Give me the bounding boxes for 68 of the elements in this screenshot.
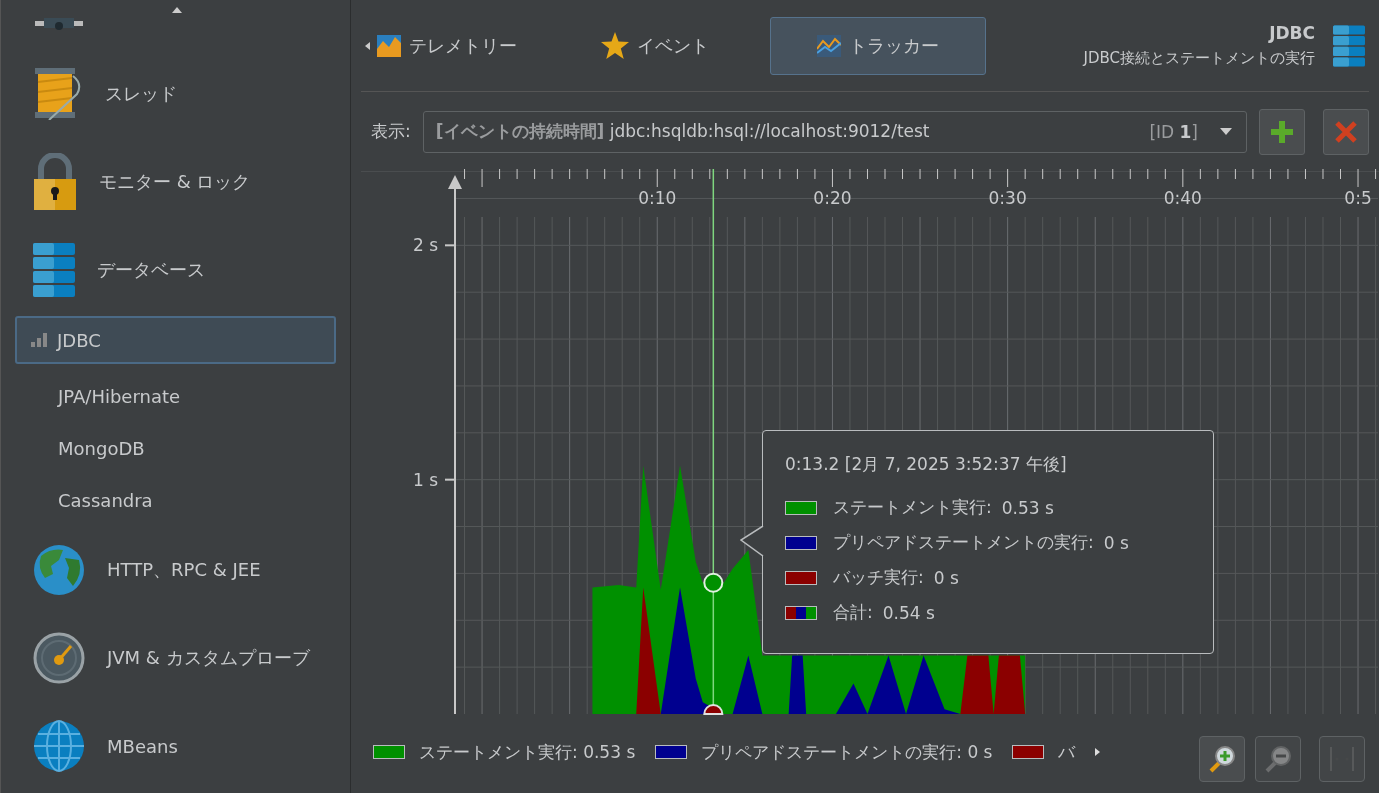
bar-chart-icon <box>31 333 47 347</box>
sidebar-label: モニター & ロック <box>99 170 251 194</box>
legend-swatch <box>785 605 817 620</box>
filter-label: 表示: <box>371 120 411 143</box>
tooltip-label: バッチ実行: <box>833 566 924 589</box>
zoom-in-button[interactable] <box>1199 736 1245 782</box>
legend-swatch <box>785 570 817 585</box>
thread-spool-icon <box>33 68 83 120</box>
tooltip-value: 0 s <box>933 567 959 588</box>
legend-label: プリペアドステートメントの実行: 0 s <box>701 740 993 764</box>
scroll-up-icon[interactable] <box>172 7 182 13</box>
x-tick-label: 0:20 <box>813 188 852 208</box>
globe-icon <box>33 544 85 596</box>
dropdown-caret-icon <box>1220 128 1232 135</box>
padlock-icon <box>33 153 77 211</box>
tooltip-value: 0.53 s <box>1001 497 1054 518</box>
tooltip-label: 合計: <box>833 601 873 624</box>
database-icon <box>1333 23 1365 68</box>
sidebar-label: MBeans <box>107 735 178 757</box>
tooltip-label: プリペアドステートメントの実行: <box>833 531 1094 554</box>
plus-icon <box>1271 120 1293 143</box>
caret-right-icon[interactable] <box>1095 748 1101 756</box>
x-tick-label: 0:30 <box>988 188 1027 208</box>
sidebar-label: JVM & カスタムプローブ <box>107 646 310 670</box>
x-tick-label: 0:10 <box>638 188 677 208</box>
legend-swatch <box>785 535 817 550</box>
gauge-icon <box>33 632 85 684</box>
zoom-in-icon <box>1208 745 1236 773</box>
event-dropdown[interactable]: [イベントの持続時間] jdbc:hsqldb:hsql://localhost:9012/test [ID 1] <box>422 110 1247 153</box>
line-chart-icon <box>817 34 841 57</box>
y-tick-label: 2 s <box>412 235 438 256</box>
sidebar-item[interactable]: Cassandra <box>1 474 350 526</box>
caret-left-icon[interactable] <box>365 41 370 50</box>
sidebar-item[interactable]: MBeans <box>1 702 350 790</box>
globe-grid-icon <box>33 720 85 772</box>
x-tick-label: 0:40 <box>1163 188 1202 208</box>
close-icon <box>1335 120 1357 143</box>
tooltip-label: ステートメント実行: <box>833 496 992 519</box>
sidebar-label: HTTP、RPC & JEE <box>107 558 261 582</box>
tab[interactable]: トラッカー <box>770 16 986 75</box>
x-tick-label: 0:5 <box>1344 188 1372 208</box>
sidebar-item[interactable]: JDBC <box>15 316 336 364</box>
tab[interactable]: イベント <box>600 16 732 75</box>
view-title: JDBC <box>1269 23 1315 43</box>
sidebar-item[interactable]: JVM & カスタムプローブ <box>1 614 350 702</box>
sidebar-label: スレッド <box>105 82 177 106</box>
view-subtitle: JDBC接続とステートメントの実行 <box>1083 49 1315 68</box>
sidebar-item[interactable]: データベース <box>1 226 350 314</box>
tooltip-value: 0 s <box>1103 532 1129 553</box>
device-icon <box>35 18 83 30</box>
y-tick-label: 1 s <box>412 469 438 490</box>
tooltip-value: 0.54 s <box>882 602 935 623</box>
legend-swatch <box>785 500 817 515</box>
tooltip-title: 0:13.2 [2月 7, 2025 3:52:37 午後] <box>785 453 1068 476</box>
zoom-out-icon <box>1264 745 1292 773</box>
legend-label: バ <box>1058 740 1076 764</box>
sidebar-item[interactable]: JPA/Hibernate <box>1 370 350 422</box>
tab[interactable]: テレメトリー <box>376 16 540 75</box>
sidebar-item[interactable]: MongoDB <box>1 422 350 474</box>
sidebar-item[interactable]: スレッド <box>1 50 350 138</box>
sidebar-item[interactable]: HTTP、RPC & JEE <box>1 526 350 614</box>
area-chart-icon <box>377 34 401 57</box>
add-button[interactable] <box>1259 108 1305 155</box>
star-icon <box>601 32 629 59</box>
sidebar-label: データベース <box>97 258 205 282</box>
database-icon <box>33 243 75 297</box>
legend-label: ステートメント実行: 0.53 s <box>419 740 636 764</box>
sidebar-item[interactable]: モニター & ロック <box>1 138 350 226</box>
